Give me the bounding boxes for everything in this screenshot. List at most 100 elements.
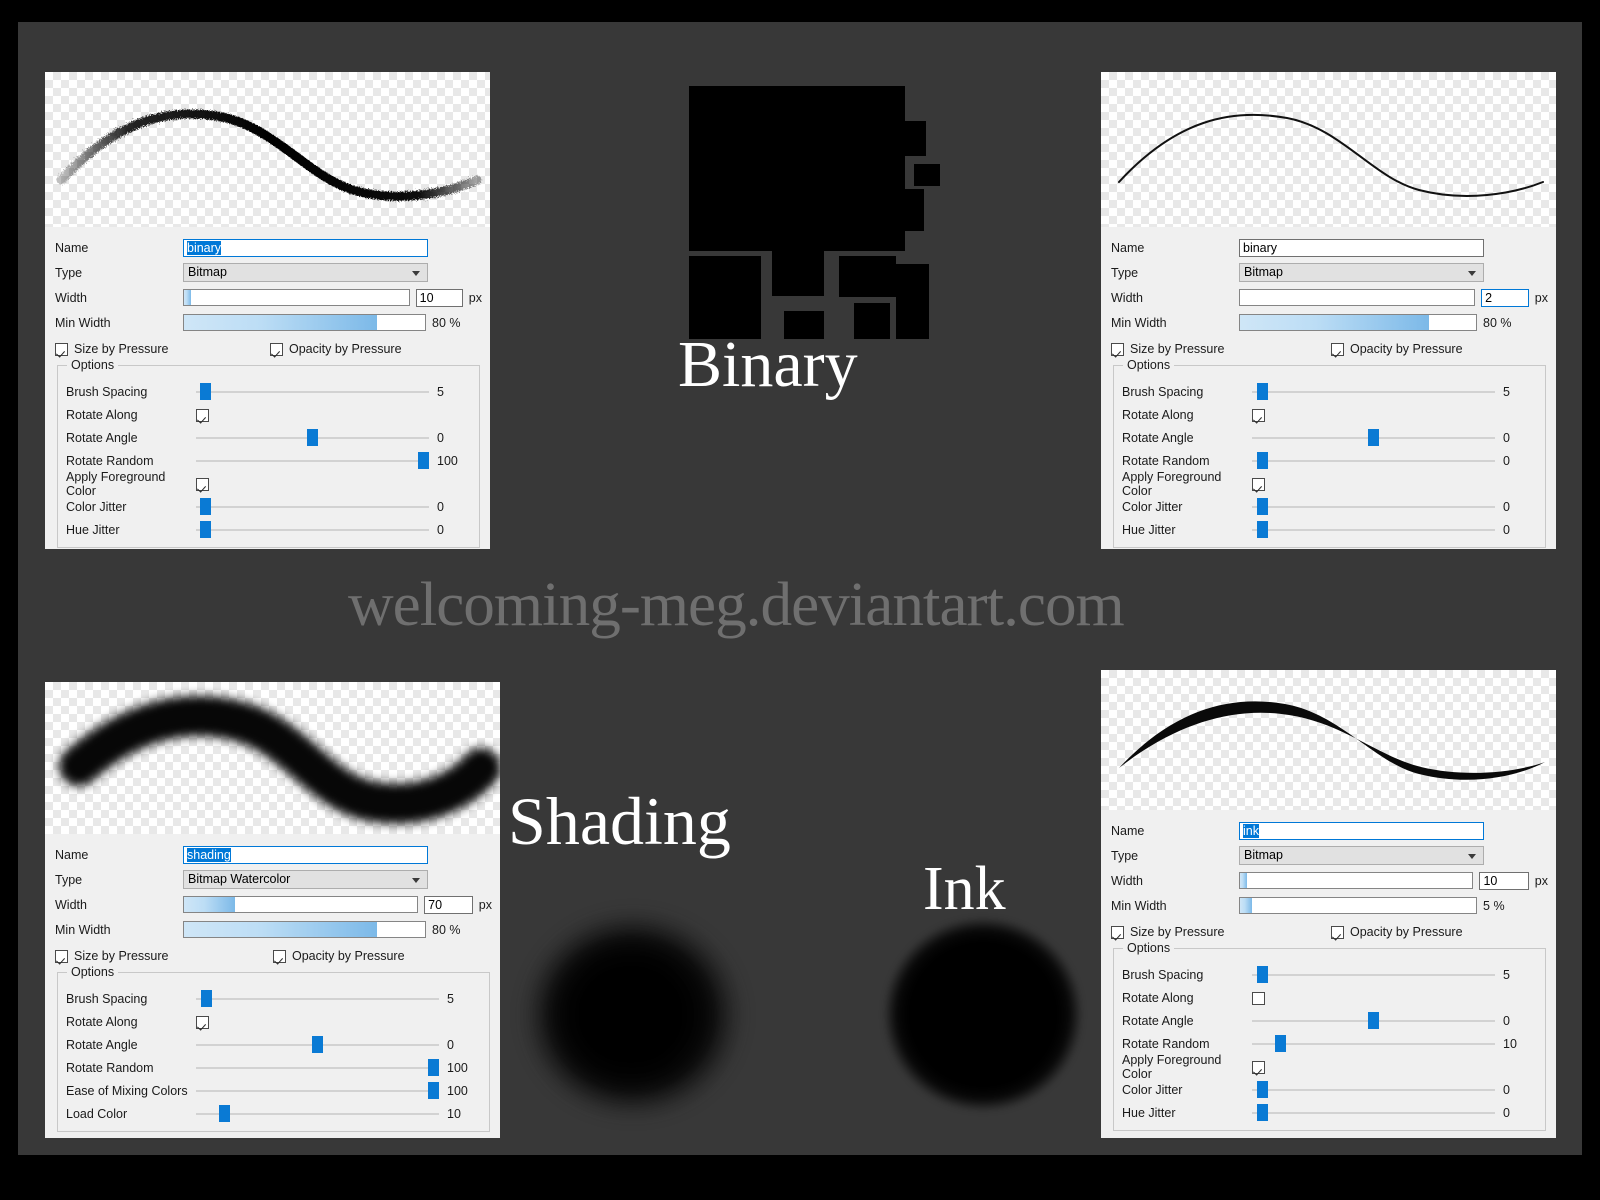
option-row: Rotate Angle 0: [66, 426, 471, 449]
type-select[interactable]: Bitmap Watercolor: [183, 870, 428, 889]
slider-knob[interactable]: [200, 521, 212, 538]
type-value: Bitmap: [1244, 848, 1283, 862]
size-by-pressure-row[interactable]: Size by Pressure: [55, 945, 273, 967]
type-select[interactable]: Bitmap: [1239, 263, 1484, 282]
slider-knob[interactable]: [1256, 1081, 1268, 1098]
width-value-input[interactable]: 70: [424, 895, 473, 914]
option-slider[interactable]: [196, 1058, 439, 1077]
slider-track: [1252, 1089, 1495, 1091]
slider-knob[interactable]: [418, 452, 429, 469]
width-value-input[interactable]: 2: [1481, 288, 1529, 307]
row-min-width: Min Width 80 %: [1111, 310, 1548, 335]
option-slider[interactable]: [1252, 1080, 1495, 1099]
option-slider[interactable]: [196, 520, 429, 539]
opacity-by-pressure-checkbox[interactable]: [1331, 925, 1344, 939]
width-slider[interactable]: [183, 289, 410, 306]
size-by-pressure-row[interactable]: Size by Pressure: [1111, 921, 1331, 943]
opacity-by-pressure-row[interactable]: Opacity by Pressure: [273, 945, 405, 967]
label-type: Type: [1111, 848, 1139, 863]
options-list: Brush Spacing 5 Rotate Along Rotate Angle 0 R…: [1122, 963, 1537, 1124]
name-input[interactable]: binary: [1239, 238, 1484, 257]
slider-knob[interactable]: [200, 498, 212, 515]
option-slider[interactable]: [1252, 497, 1495, 516]
slider-knob[interactable]: [200, 383, 212, 400]
opacity-by-pressure-row[interactable]: Opacity by Pressure: [1331, 921, 1463, 943]
option-checkbox[interactable]: [196, 408, 209, 422]
slider-knob[interactable]: [1256, 1104, 1268, 1121]
option-slider[interactable]: [1252, 1011, 1495, 1030]
width-value-input[interactable]: 10: [1479, 871, 1529, 890]
size-by-pressure-row[interactable]: Size by Pressure: [1111, 338, 1331, 360]
option-slider[interactable]: [1252, 520, 1495, 539]
option-slider[interactable]: [1252, 965, 1495, 984]
row-type: Type Bitmap Watercolor: [55, 867, 492, 892]
option-slider[interactable]: [196, 989, 439, 1008]
option-slider[interactable]: [1252, 428, 1495, 447]
slider-knob[interactable]: [1256, 452, 1268, 469]
type-select[interactable]: Bitmap: [1239, 846, 1484, 865]
opacity-by-pressure-checkbox[interactable]: [273, 949, 286, 963]
option-value: 0: [437, 522, 444, 537]
slider-knob[interactable]: [1275, 1035, 1287, 1052]
width-slider[interactable]: [183, 896, 419, 913]
option-slider[interactable]: [1252, 1034, 1495, 1053]
slider-knob[interactable]: [1368, 1012, 1379, 1029]
option-slider[interactable]: [196, 451, 429, 470]
option-slider[interactable]: [1252, 1103, 1495, 1122]
label-name: Name: [55, 240, 89, 255]
min-width-slider[interactable]: [183, 921, 426, 938]
option-checkbox[interactable]: [196, 477, 209, 491]
slider-knob[interactable]: [200, 990, 212, 1007]
type-value: Bitmap: [188, 265, 227, 279]
width-value-input[interactable]: 10: [415, 288, 463, 307]
slider-knob[interactable]: [1256, 521, 1268, 538]
slider-knob[interactable]: [219, 1105, 231, 1122]
name-input[interactable]: ink: [1239, 821, 1484, 840]
option-checkbox-cell: [1252, 476, 1382, 491]
min-width-slider[interactable]: [1239, 897, 1477, 914]
option-slider[interactable]: [196, 382, 429, 401]
slider-knob[interactable]: [1256, 966, 1268, 983]
option-checkbox[interactable]: [1252, 1060, 1265, 1074]
slider-track: [196, 998, 439, 1000]
option-slider[interactable]: [196, 497, 429, 516]
size-by-pressure-checkbox[interactable]: [1111, 925, 1124, 939]
opacity-by-pressure-checkbox[interactable]: [270, 342, 283, 356]
min-width-slider[interactable]: [183, 314, 426, 331]
option-slider[interactable]: [196, 1035, 439, 1054]
size-by-pressure-checkbox[interactable]: [55, 342, 68, 356]
name-input[interactable]: shading: [183, 845, 428, 864]
opacity-by-pressure-row[interactable]: Opacity by Pressure: [270, 338, 402, 360]
option-row: Brush Spacing 5: [66, 987, 481, 1010]
width-slider[interactable]: [1239, 289, 1476, 306]
width-slider[interactable]: [1239, 872, 1474, 889]
option-slider[interactable]: [1252, 451, 1495, 470]
screenshot-frame: welcoming-meg.deviantart.com Binary Shad…: [0, 0, 1600, 1200]
option-slider[interactable]: [196, 1081, 439, 1100]
slider-knob[interactable]: [1256, 498, 1268, 515]
option-slider[interactable]: [196, 1104, 439, 1123]
min-width-slider[interactable]: [1239, 314, 1477, 331]
option-checkbox[interactable]: [1252, 408, 1265, 422]
slider-knob[interactable]: [307, 429, 318, 446]
size-by-pressure-checkbox[interactable]: [55, 949, 68, 963]
opacity-by-pressure-checkbox[interactable]: [1331, 342, 1344, 356]
label-min-width: Min Width: [1111, 898, 1167, 913]
slider-knob[interactable]: [428, 1082, 439, 1099]
slider-knob[interactable]: [1368, 429, 1379, 446]
option-checkbox[interactable]: [196, 1015, 209, 1029]
slider-knob[interactable]: [1256, 383, 1268, 400]
opacity-by-pressure-row[interactable]: Opacity by Pressure: [1331, 338, 1463, 360]
slider-knob[interactable]: [312, 1036, 323, 1053]
option-slider[interactable]: [196, 428, 429, 447]
label-width: Width: [55, 897, 87, 912]
option-checkbox[interactable]: [1252, 991, 1265, 1005]
option-slider[interactable]: [1252, 382, 1495, 401]
type-select[interactable]: Bitmap: [183, 263, 428, 282]
slider-knob[interactable]: [428, 1059, 439, 1076]
option-checkbox[interactable]: [1252, 477, 1265, 491]
size-by-pressure-checkbox[interactable]: [1111, 342, 1124, 356]
name-input[interactable]: binary: [183, 238, 428, 257]
option-value: 0: [1503, 1105, 1510, 1120]
size-by-pressure-row[interactable]: Size by Pressure: [55, 338, 270, 360]
